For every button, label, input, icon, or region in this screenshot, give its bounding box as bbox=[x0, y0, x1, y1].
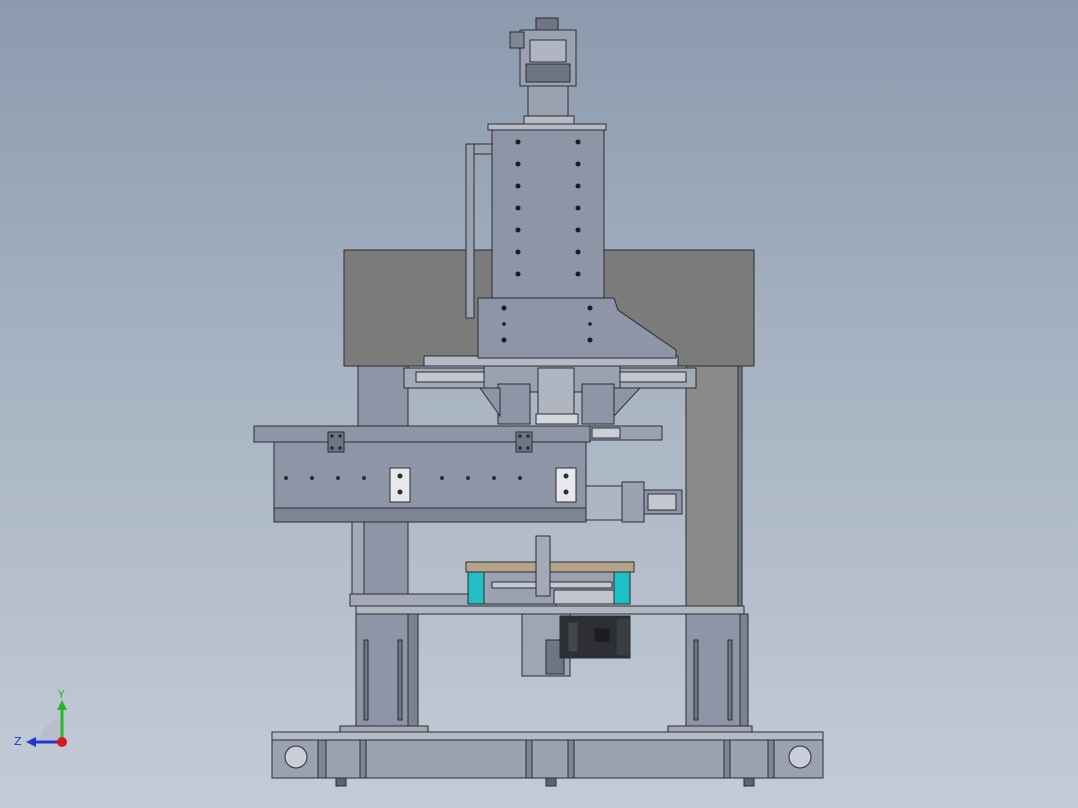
y-arrowhead-icon bbox=[57, 700, 67, 710]
cyan-bearing-right bbox=[613, 571, 631, 605]
y-axis-label: Y bbox=[57, 688, 65, 701]
servo-motor-side[interactable] bbox=[585, 481, 683, 523]
mount-block bbox=[327, 431, 345, 453]
coordinate-triad: Y Z bbox=[14, 688, 67, 748]
leveling-foot bbox=[545, 777, 557, 787]
x-axis-origin-dot bbox=[57, 737, 67, 747]
mount-hole-left bbox=[284, 745, 308, 769]
cad-viewport[interactable]: Y Z bbox=[0, 0, 1078, 808]
bracket-left bbox=[389, 467, 411, 503]
cyan-bearing-left bbox=[467, 571, 485, 605]
servo-motor-lower[interactable] bbox=[521, 613, 631, 677]
rail-assembly[interactable] bbox=[403, 355, 697, 425]
z-arrowhead-icon bbox=[26, 737, 36, 747]
mid-carriage[interactable] bbox=[465, 535, 635, 605]
servo-motor-top[interactable] bbox=[509, 17, 577, 125]
leveling-foot bbox=[743, 777, 755, 787]
right-side-panel[interactable] bbox=[685, 365, 743, 609]
z-axis-label: Z bbox=[14, 735, 22, 748]
machine-assembly-model[interactable]: Y Z bbox=[0, 0, 1078, 808]
mount-block bbox=[515, 431, 533, 453]
leveling-foot bbox=[335, 777, 347, 787]
mount-hole-right bbox=[788, 745, 812, 769]
base-frame[interactable] bbox=[271, 731, 824, 787]
bracket-right bbox=[555, 467, 577, 503]
